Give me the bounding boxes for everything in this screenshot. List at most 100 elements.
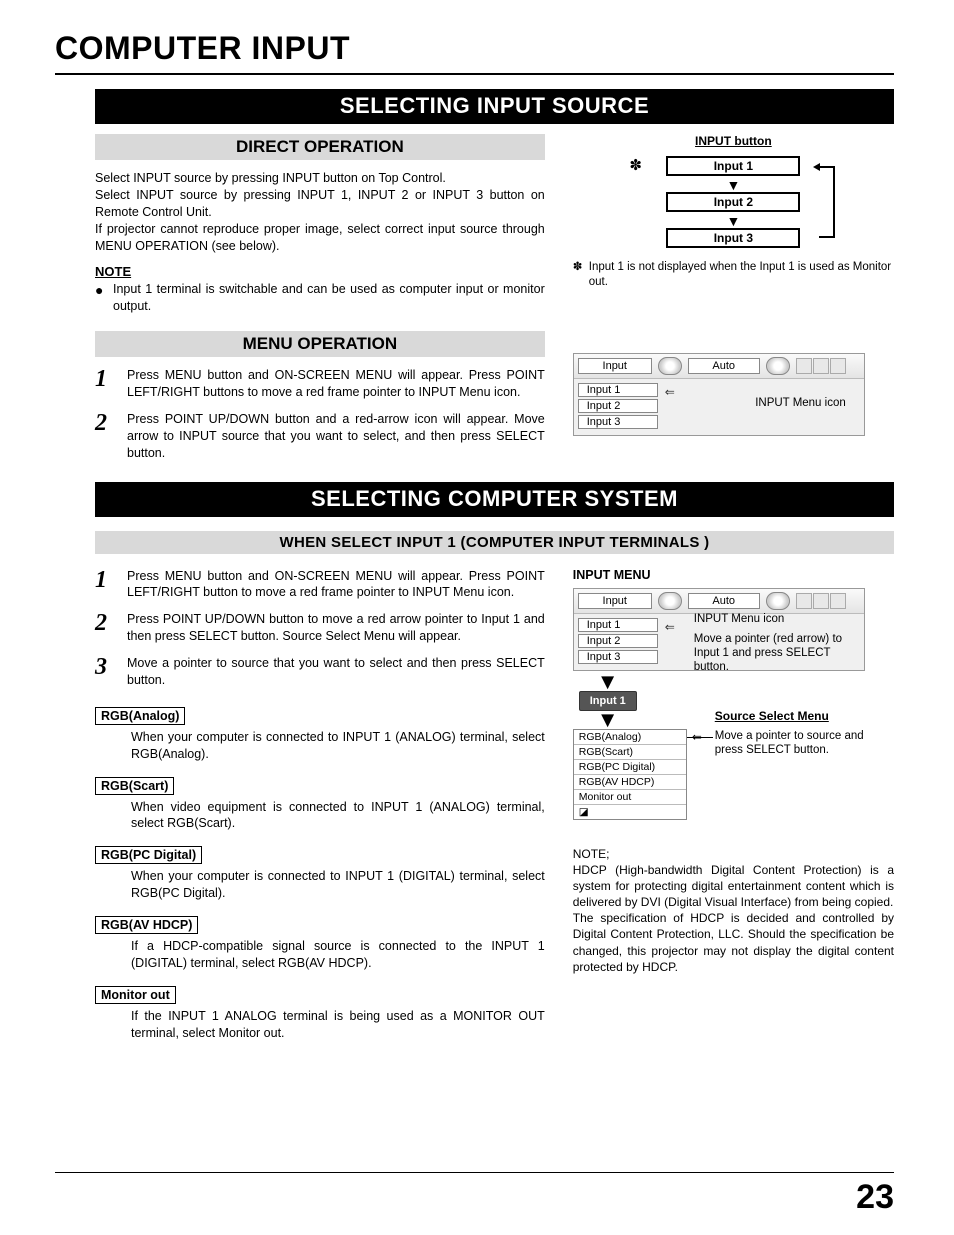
col-right-menu-osd: Input Auto Input 1 ⇐ <box>573 331 894 471</box>
pill-row: Input 1 <box>579 691 894 711</box>
step-text: Move a pointer to source that you want t… <box>127 655 545 689</box>
osd-item: Input 1 ⇐ <box>578 618 658 632</box>
osd-tab-auto: Auto <box>688 593 760 609</box>
osd-item-list: Input 1 ⇐ Input 2 Input 3 INPUT Menu ico… <box>574 614 864 670</box>
step-number: 2 <box>95 411 127 462</box>
direct-p2: Select INPUT source by pressing INPUT 1,… <box>95 187 545 221</box>
ann-move-pointer: Move a pointer (red arrow) to Input 1 an… <box>694 632 854 675</box>
heading-direct-operation: DIRECT OPERATION <box>95 134 545 160</box>
mode-text: If the INPUT 1 ANALOG terminal is being … <box>131 1008 545 1042</box>
col-left-system: 1 Press MENU button and ON-SCREEN MENU w… <box>95 568 545 1048</box>
footer-rule <box>55 1172 894 1173</box>
step-number: 1 <box>95 568 127 602</box>
osd-tab-auto: Auto <box>688 358 760 374</box>
row-computer-system: 1 Press MENU button and ON-SCREEN MENU w… <box>95 568 894 1048</box>
osd-auto-icon <box>766 357 790 375</box>
osd-mini-icon <box>796 593 812 609</box>
heading-menu-operation: MENU OPERATION <box>95 331 545 357</box>
source-select-wrap: Source Select Menu RGB(Analog) ⇐ RGB(Sca… <box>573 729 894 820</box>
osd-item: Input 3 <box>578 415 658 429</box>
bullet-icon: ● <box>95 281 113 315</box>
osd-mini-icon <box>830 593 846 609</box>
src-item-label: RGB(Analog) <box>579 731 641 743</box>
menu-step-2: 2 Press POINT UP/DOWN button and a red-a… <box>95 411 545 462</box>
ann-menuicon: INPUT Menu icon <box>694 612 785 626</box>
osd-item: Input 2 <box>578 634 658 648</box>
step-number: 3 <box>95 655 127 689</box>
col-right-system: INPUT MENU Input Auto <box>573 568 894 1048</box>
subheading-input1-terminals: WHEN SELECT INPUT 1 (COMPUTER INPUT TERM… <box>95 531 894 554</box>
mode-rgb-scart: RGB(Scart) When video equipment is conne… <box>95 769 545 833</box>
mode-text: When your computer is connected to INPUT… <box>131 729 545 763</box>
osd-topbar: Input Auto <box>574 589 864 614</box>
asterisk-mark-2: ✽ <box>573 260 589 290</box>
ann-source-pointer: Move a pointer to source and press SELEC… <box>715 729 865 758</box>
section-bar-selecting-computer-system: SELECTING COMPUTER SYSTEM <box>95 482 894 517</box>
sys-step-2: 2 Press POINT UP/DOWN button to move a r… <box>95 611 545 645</box>
title-rule <box>55 73 894 75</box>
step-text: Press POINT UP/DOWN button and a red-arr… <box>127 411 545 462</box>
hdcp-note-heading: NOTE; <box>573 846 894 862</box>
osd-mini-icon <box>830 358 846 374</box>
arrow-down-icon: ▼ <box>623 216 843 228</box>
osd-input-icon <box>658 592 682 610</box>
src-item: RGB(Analog) ⇐ <box>574 730 686 745</box>
page-title: COMPUTER INPUT <box>55 30 894 73</box>
input1-box: Input 1 <box>666 156 800 176</box>
sys-step-1: 1 Press MENU button and ON-SCREEN MENU w… <box>95 568 545 602</box>
osd-icon-row <box>796 358 846 374</box>
osd-topbar: Input Auto <box>574 354 864 379</box>
row-direct-operation: DIRECT OPERATION Select INPUT source by … <box>95 134 894 323</box>
step-text: Press POINT UP/DOWN button to move a red… <box>127 611 545 645</box>
osd-mini-icon <box>813 593 829 609</box>
arrow-down-icon: ▼ <box>623 180 843 192</box>
asterisk-note-text: Input 1 is not displayed when the Input … <box>589 260 894 290</box>
note-text: Input 1 terminal is switchable and can b… <box>113 281 545 315</box>
mode-text: When your computer is connected to INPUT… <box>131 868 545 902</box>
src-item: RGB(Scart) <box>574 745 686 760</box>
osd-input-menu: Input Auto Input 1 ⇐ <box>573 353 865 436</box>
sys-step-3: 3 Move a pointer to source that you want… <box>95 655 545 689</box>
osd-item: Input 1 ⇐ <box>578 383 658 397</box>
osd-input-icon <box>658 357 682 375</box>
osd-item: Input 3 <box>578 650 658 664</box>
step-number: 1 <box>95 367 127 401</box>
mode-label: RGB(PC Digital) <box>95 846 202 864</box>
mode-label: Monitor out <box>95 986 176 1004</box>
osd-item: Input 2 <box>578 399 658 413</box>
osd-annotation-menuicon: INPUT Menu icon <box>755 396 846 410</box>
col-left-menu: MENU OPERATION 1 Press MENU button and O… <box>95 331 545 471</box>
heading-input-menu: INPUT MENU <box>573 568 894 582</box>
osd-tab-input: Input <box>578 593 652 609</box>
input-button-diagram: ✽ Input 1 ▼ Input 2 ▼ Input 3 <box>623 156 843 248</box>
annotation-line <box>687 737 713 738</box>
src-item-end: ◪ <box>574 805 686 819</box>
note-bullet: ● Input 1 terminal is switchable and can… <box>95 281 545 315</box>
mode-label: RGB(AV HDCP) <box>95 916 198 934</box>
mode-rgb-av-hdcp: RGB(AV HDCP) If a HDCP-compatible signal… <box>95 908 545 972</box>
osd-auto-icon <box>766 592 790 610</box>
direct-p3: If projector cannot reproduce proper ima… <box>95 221 545 255</box>
asterisk-note: ✽ Input 1 is not displayed when the Inpu… <box>573 260 894 290</box>
pointer-arrow-icon: ⇐ <box>665 620 675 634</box>
src-item: Monitor out <box>574 790 686 805</box>
heading-source-select: Source Select Menu <box>715 709 829 723</box>
osd-item-label: Input 1 <box>587 384 621 396</box>
asterisk-mark: ✽ <box>629 156 642 174</box>
osd-icon-row <box>796 593 846 609</box>
step-text: Press MENU button and ON-SCREEN MENU wil… <box>127 367 545 401</box>
menu-step-1: 1 Press MENU button and ON-SCREEN MENU w… <box>95 367 545 401</box>
step-number: 2 <box>95 611 127 645</box>
page-number: 23 <box>856 1178 894 1217</box>
mode-monitor-out: Monitor out If the INPUT 1 ANALOG termin… <box>95 978 545 1042</box>
note-heading: NOTE <box>95 264 545 279</box>
col-right-input-button: INPUT button ✽ Input 1 ▼ Input 2 ▼ Input… <box>573 134 894 323</box>
mode-text: When video equipment is connected to INP… <box>131 799 545 833</box>
input2-box: Input 2 <box>666 192 800 212</box>
big-arrow-down-icon: ▼ <box>597 675 894 689</box>
osd-item-label: Input 1 <box>587 619 621 631</box>
section-bar-selecting-input-source: SELECTING INPUT SOURCE <box>95 89 894 124</box>
direct-p1: Select INPUT source by pressing INPUT bu… <box>95 170 545 187</box>
step-text: Press MENU button and ON-SCREEN MENU wil… <box>127 568 545 602</box>
osd-mini-icon <box>796 358 812 374</box>
